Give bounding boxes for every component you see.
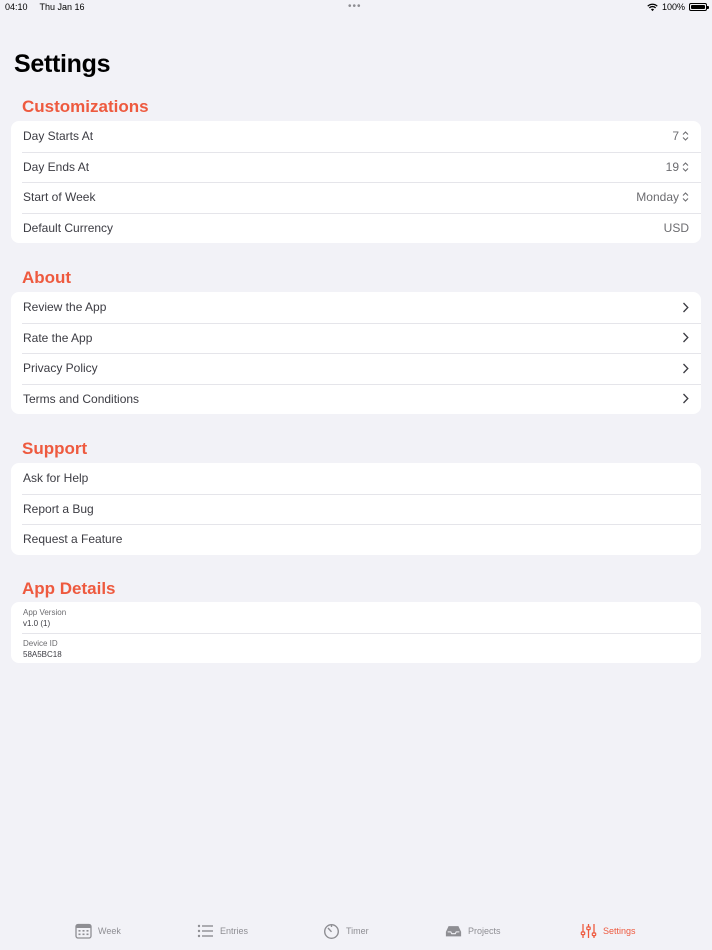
support-group: Ask for Help Report a Bug Request a Feat…	[11, 463, 701, 555]
start-of-week-picker[interactable]: Monday	[636, 190, 689, 204]
tab-label: Projects	[468, 926, 501, 936]
status-left: 04:10 Thu Jan 16	[5, 2, 85, 12]
row-value: Monday	[636, 190, 679, 205]
section-header-customizations: Customizations	[22, 97, 149, 116]
day-ends-at-row[interactable]: Day Ends At 19	[11, 151, 701, 183]
status-bar: 04:10 Thu Jan 16 ••• 100%	[0, 0, 712, 14]
row-value: 19	[665, 159, 679, 174]
row-label: Day Starts At	[23, 129, 94, 144]
section-header-app-details: App Details	[22, 579, 116, 598]
row-label: Request a Feature	[23, 532, 123, 547]
row-label: Rate the App	[23, 330, 93, 345]
timer-icon	[324, 924, 339, 939]
row-label: Privacy Policy	[23, 361, 98, 376]
chevron-up-down-icon	[682, 131, 689, 142]
page-title: Settings	[14, 50, 111, 78]
rate-the-app-row[interactable]: Rate the App	[11, 322, 701, 354]
tab-projects[interactable]: Projects	[445, 923, 501, 939]
detail-value: 58A5BC18	[23, 649, 62, 659]
terms-and-conditions-row[interactable]: Terms and Conditions	[11, 383, 701, 415]
row-label: Report a Bug	[23, 501, 94, 516]
chevron-right-icon	[683, 332, 689, 343]
row-label: Default Currency	[23, 220, 114, 235]
report-a-bug-row[interactable]: Report a Bug	[11, 493, 701, 525]
about-group: Review the App Rate the App Privacy Poli…	[11, 292, 701, 414]
device-id-row: Device ID 58A5BC18	[11, 632, 701, 664]
tab-label: Entries	[220, 926, 249, 936]
default-currency-row[interactable]: Default Currency USD	[11, 212, 701, 244]
wifi-icon	[647, 3, 658, 11]
battery-icon	[689, 3, 709, 11]
row-value: 7	[672, 129, 679, 144]
tab-bar: Week Entries Timer Projects Settings	[0, 916, 712, 950]
multitasking-dots-icon[interactable]: •••	[348, 1, 362, 12]
row-label: Start of Week	[23, 190, 96, 205]
row-value: USD	[663, 220, 689, 235]
detail-title: App Version	[23, 608, 67, 617]
calendar-icon	[75, 923, 92, 939]
tab-timer[interactable]: Timer	[323, 923, 369, 939]
tab-settings[interactable]: Settings	[580, 923, 636, 939]
chevron-right-icon	[683, 302, 689, 313]
customizations-group: Day Starts At 7 Day Ends At 19 Start of …	[11, 121, 701, 243]
request-a-feature-row[interactable]: Request a Feature	[11, 524, 701, 555]
row-label: Terms and Conditions	[23, 391, 140, 406]
status-date: Thu Jan 16	[39, 2, 85, 12]
ask-for-help-row[interactable]: Ask for Help	[11, 463, 701, 494]
list-icon	[197, 924, 213, 938]
chevron-right-icon	[683, 363, 689, 374]
app-version-row: App Version v1.0 (1)	[11, 602, 701, 633]
tray-icon	[445, 926, 462, 937]
start-of-week-row[interactable]: Start of Week Monday	[11, 182, 701, 213]
tab-week[interactable]: Week	[75, 923, 121, 939]
tab-label: Timer	[346, 926, 369, 936]
day-starts-at-picker[interactable]: 7	[672, 129, 689, 143]
settings-screen: 04:10 Thu Jan 16 ••• 100% Settings Custo…	[0, 0, 712, 950]
chevron-up-down-icon	[682, 192, 689, 203]
status-right: 100%	[647, 2, 709, 12]
privacy-policy-row[interactable]: Privacy Policy	[11, 353, 701, 384]
sliders-icon	[580, 924, 597, 938]
row-label: Review the App	[23, 300, 107, 315]
battery-percent: 100%	[661, 2, 685, 12]
chevron-up-down-icon	[682, 161, 689, 172]
chevron-right-icon	[683, 393, 689, 404]
section-header-support: Support	[22, 439, 88, 458]
review-the-app-row[interactable]: Review the App	[11, 292, 701, 323]
status-time: 04:10	[5, 2, 28, 12]
tab-entries[interactable]: Entries	[197, 923, 248, 939]
section-header-about: About	[22, 268, 72, 287]
detail-title: Device ID	[23, 638, 58, 648]
day-starts-at-row[interactable]: Day Starts At 7	[11, 121, 701, 152]
row-label: Day Ends At	[23, 159, 90, 174]
row-label: Ask for Help	[23, 471, 89, 486]
day-ends-at-picker[interactable]: 19	[666, 160, 689, 174]
app-details-group: App Version v1.0 (1) Device ID 58A5BC18	[11, 602, 701, 663]
tab-label: Settings	[603, 926, 636, 936]
detail-value: v1.0 (1)	[23, 619, 51, 628]
tab-label: Week	[98, 926, 121, 936]
